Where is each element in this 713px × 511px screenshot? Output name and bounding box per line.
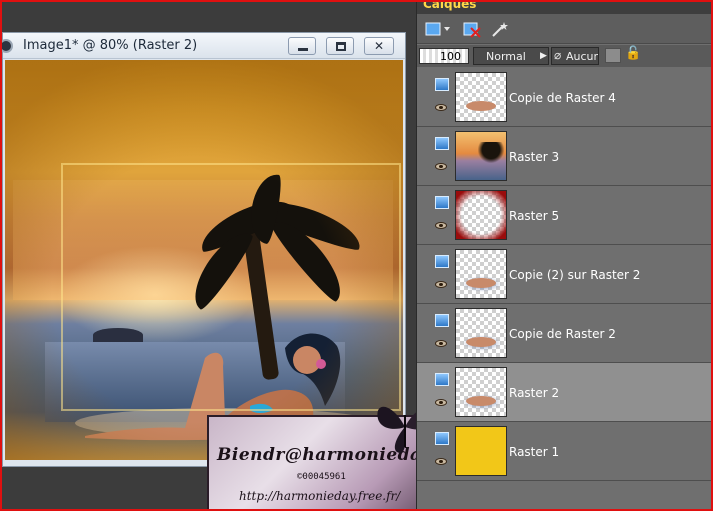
eye-icon[interactable]: [435, 281, 447, 288]
eye-icon[interactable]: [435, 399, 447, 406]
layer-style-icon[interactable]: [605, 48, 621, 63]
layer-options-bar: 100 Normal ▶ ⌀ Aucun 🔓: [417, 45, 711, 67]
layer-row[interactable]: Raster 1: [417, 422, 711, 481]
eye-icon[interactable]: [435, 104, 447, 111]
close-button[interactable]: ✕: [364, 37, 394, 55]
layer-thumbnail: [455, 249, 507, 299]
layers-list: Copie de Raster 4 Raster 3 Raster 5 Copi…: [417, 68, 711, 509]
image-window-titlebar[interactable]: Image1* @ 80% (Raster 2) ✕: [2, 33, 405, 59]
thumb-figure: [466, 337, 496, 347]
layer-name: Raster 1: [509, 445, 560, 459]
thumb-yellow-fill: [456, 427, 506, 475]
layers-toolbar: [417, 14, 711, 44]
opacity-field[interactable]: 100: [419, 48, 469, 64]
unlock-icon[interactable]: 🔓: [625, 46, 641, 61]
inner-frame-outline: [61, 163, 401, 411]
layer-visibility-icon[interactable]: [435, 432, 449, 445]
delete-layer-button[interactable]: [461, 19, 483, 39]
layer-name: Copie de Raster 4: [509, 91, 616, 105]
layer-thumbnail: [455, 190, 507, 240]
layer-visibility-icon[interactable]: [435, 373, 449, 386]
layer-row[interactable]: Raster 5: [417, 186, 711, 245]
blend-mode-value: Normal: [486, 50, 526, 63]
eye-icon[interactable]: [435, 458, 447, 465]
layer-visibility-icon[interactable]: [435, 255, 449, 268]
eye-icon[interactable]: [435, 222, 447, 229]
layer-row[interactable]: Copie de Raster 2: [417, 304, 711, 363]
butterfly-wing-left: [377, 406, 405, 429]
new-layer-icon: [425, 22, 450, 36]
layer-visibility-icon[interactable]: [435, 78, 449, 91]
layer-mask-button[interactable]: [489, 19, 511, 39]
new-layer-button[interactable]: [423, 19, 453, 39]
minimize-button[interactable]: [288, 37, 316, 55]
layer-row[interactable]: Copie de Raster 4: [417, 68, 711, 127]
layer-name: Raster 2: [509, 386, 560, 400]
image-window-title: Image1* @ 80% (Raster 2): [23, 38, 198, 53]
layer-name: Copie de Raster 2: [509, 327, 616, 341]
layer-thumbnail: [455, 426, 507, 476]
layers-panel[interactable]: Calques 100 Normal ▶ ⌀ Aucun 🔓 Copie de …: [416, 0, 711, 509]
layer-name: Copie (2) sur Raster 2: [509, 268, 641, 282]
maximize-icon: [336, 42, 346, 51]
magic-wand-icon: [492, 22, 508, 37]
layers-panel-titlebar[interactable]: Calques: [417, 0, 711, 14]
layer-thumbnail: [455, 72, 507, 122]
app-icon: [2, 39, 13, 53]
layer-thumbnail: [455, 308, 507, 358]
opacity-value: 100: [440, 50, 461, 63]
layer-thumbnail: [455, 367, 507, 417]
layer-thumbnail: [455, 131, 507, 181]
eye-icon[interactable]: [435, 340, 447, 347]
close-icon: ✕: [373, 39, 385, 53]
layer-row-selected[interactable]: Raster 2: [417, 363, 711, 422]
eye-icon[interactable]: [435, 163, 447, 170]
thumb-figure: [466, 101, 496, 111]
lock-mode-value: Aucun: [566, 50, 599, 63]
image-canvas[interactable]: [5, 60, 403, 460]
layers-panel-title: Calques: [423, 0, 477, 11]
layer-visibility-icon[interactable]: [435, 137, 449, 150]
layer-visibility-icon[interactable]: [435, 196, 449, 209]
layer-name: Raster 3: [509, 150, 560, 164]
chevron-right-icon: ▶: [540, 51, 547, 61]
thumb-figure: [466, 396, 496, 406]
layer-name: Raster 5: [509, 209, 560, 223]
watermark-copyright: ©00045961: [297, 472, 346, 482]
maximize-button[interactable]: [326, 37, 354, 55]
screen-frame: Image1* @ 80% (Raster 2) ✕ Biendr@harmon…: [0, 0, 713, 511]
image-window[interactable]: Image1* @ 80% (Raster 2) ✕: [2, 32, 406, 467]
link-icon: ⌀: [554, 48, 562, 62]
butterfly-wing-lower: [394, 427, 406, 453]
thumb-red-frame: [456, 191, 506, 239]
layer-row[interactable]: Raster 3: [417, 127, 711, 186]
layer-row[interactable]: Copie (2) sur Raster 2: [417, 245, 711, 304]
blend-mode-select[interactable]: Normal ▶: [473, 47, 549, 65]
thumb-palm: [478, 142, 504, 168]
delete-layer-icon: [463, 22, 481, 38]
watermark-url: http://harmonieday.free.fr/: [239, 489, 401, 503]
minimize-icon: [298, 48, 308, 51]
thumb-figure: [466, 278, 496, 288]
layer-visibility-icon[interactable]: [435, 314, 449, 327]
lock-mode-select[interactable]: ⌀ Aucun: [551, 47, 599, 65]
